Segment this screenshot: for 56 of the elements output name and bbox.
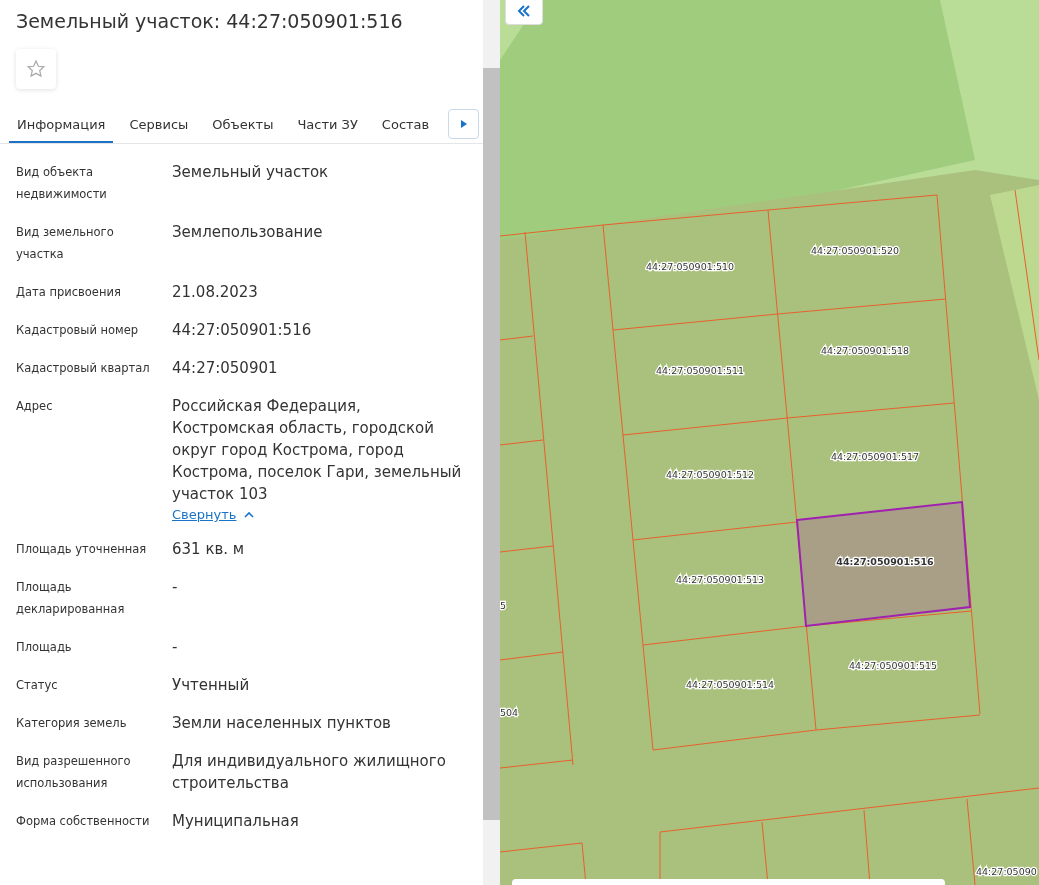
field-value: Земли населенных пунктов <box>172 713 392 734</box>
field-value: Земельный участок <box>172 162 330 183</box>
parcel-number: 5 <box>500 600 507 611</box>
field-value: - <box>172 577 179 598</box>
field-value: 44:27:050901 <box>172 358 279 379</box>
parcel-number: 44:27:050901:511 <box>655 365 745 376</box>
parcel-number: 44:27:050901:515 <box>848 660 938 671</box>
field-value: Российская Федерация, Костромская область, городской округ город Кострома, город Кострома, поселок Гари, земельный участок 103 <box>172 396 463 505</box>
field-value: Для индивидуального жилищного строительства <box>172 751 447 794</box>
cadastral-map[interactable]: 44:27:050901:510 44:27:050901:520 44:27:050901:511 44:27:050901:518 44:27:050901:512 44:27:050901:517 44:27:050901:513 44:27:050901:516 44:27:050901:514 44:27:050901:515 5 504 44:27:05090 <box>500 0 1039 885</box>
favorite-button[interactable] <box>16 49 56 89</box>
field-label: Площадь уточненная <box>16 541 148 558</box>
tab[interactable]: Информация <box>9 107 114 143</box>
tab[interactable]: Сервисы <box>121 107 197 143</box>
tab[interactable]: Части ЗУ <box>289 107 366 143</box>
double-chevron-left-icon <box>517 4 531 17</box>
field-label: Адрес <box>16 398 54 415</box>
triangle-right-icon <box>460 120 467 128</box>
field-label: Вид объекта недвижимости <box>16 164 108 203</box>
field-label: Площадь декларированная <box>16 579 126 618</box>
field-label: Кадастровый номер <box>16 322 140 339</box>
field-value: 44:27:050901:516 <box>172 320 313 341</box>
field-value: 631 кв. м <box>172 539 246 560</box>
parcel-number: 44:27:050901:513 <box>675 574 765 585</box>
field-label: Дата присвоения <box>16 284 122 301</box>
parcel-number: 44:27:050901:518 <box>820 345 910 356</box>
collapse-panel-button[interactable] <box>505 0 543 25</box>
parcel-number: 504 <box>500 707 519 718</box>
field-label: Вид разрешенного использования <box>16 753 132 792</box>
field-label: Категория земель <box>16 715 128 732</box>
field-value: - <box>172 637 179 658</box>
chevron-up-icon <box>244 511 255 518</box>
parcel-number: 44:27:05090 <box>976 866 1037 877</box>
page-title: Земельный участок: 44:27:050901:516 <box>16 10 404 32</box>
star-icon <box>26 59 46 79</box>
parcel-number: 44:27:050901:520 <box>810 245 900 256</box>
tab[interactable]: Состав <box>373 107 438 143</box>
selected-parcel[interactable] <box>795 500 972 628</box>
field-value: Муниципальная <box>172 811 300 832</box>
field-label: Кадастровый квартал <box>16 360 151 377</box>
field-value: 21.08.2023 <box>172 282 259 303</box>
tab[interactable]: Объекты <box>204 107 282 143</box>
scroll-tabs-button[interactable] <box>448 109 479 139</box>
collapse-link[interactable]: Свернуть <box>172 507 255 522</box>
parcel-number: 44:27:050901:510 <box>645 261 735 272</box>
field-label: Форма собственности <box>16 813 151 830</box>
field-label: Вид земельного участка <box>16 224 115 263</box>
parcel-number: 44:27:050901:517 <box>830 451 920 462</box>
field-value: Землепользование <box>172 222 324 243</box>
parcel-number: 44:27:050901:516 <box>836 556 934 567</box>
field-label: Статус <box>16 677 59 694</box>
field-value: Учтенный <box>172 675 251 696</box>
scrollbar[interactable] <box>483 0 500 885</box>
parcel-number: 44:27:050901:512 <box>665 469 755 480</box>
field-label: Площадь <box>16 639 73 656</box>
parcel-number: 44:27:050901:514 <box>685 679 775 690</box>
